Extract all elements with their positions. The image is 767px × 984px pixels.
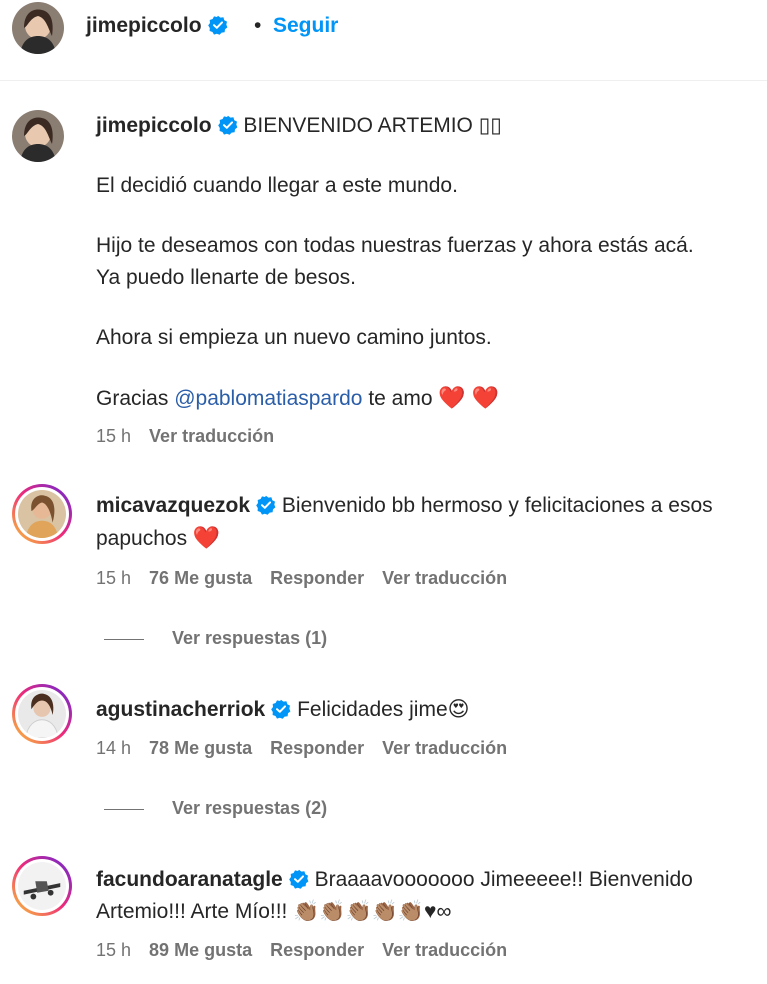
likes-count[interactable]: 76 Me gusta [149, 568, 252, 588]
caption-line-4: Ahora si empieza un nuevo camino juntos. [96, 326, 492, 349]
mention-link[interactable]: @pablomatiaspardo [174, 387, 362, 410]
caption-line-3: Ya puedo llenarte de besos. [96, 266, 356, 289]
comment-time[interactable]: 14 h [96, 738, 131, 758]
post-header: jimepiccolo • Seguir [0, 0, 767, 81]
follow-button[interactable]: Seguir [273, 14, 338, 38]
comment-meta: 15 h 76 Me gusta Responder Ver traducción [96, 568, 525, 589]
caption-time[interactable]: 15 h [96, 426, 131, 446]
comment-time[interactable]: 15 h [96, 940, 131, 960]
view-replies-label[interactable]: Ver respuestas (2) [172, 798, 327, 818]
header-username[interactable]: jimepiccolo [86, 14, 228, 38]
caption-body: jimepiccolo BIENVENIDO ARTEMIO ▯▯ El dec… [96, 110, 757, 415]
caption-avatar[interactable] [12, 110, 64, 162]
verified-badge-icon [256, 495, 276, 515]
comment-meta: 15 h 89 Me gusta Responder Ver traducción [96, 940, 525, 961]
comment-meta: 14 h 78 Me gusta Responder Ver traducción [96, 738, 525, 759]
verified-badge-icon [271, 699, 291, 719]
reply-button[interactable]: Responder [270, 940, 364, 960]
comment-username[interactable]: micavazquezok [96, 494, 250, 517]
verified-badge-icon [288, 869, 309, 889]
comment-body: micavazquezok Bienvenido bb hermoso y fe… [96, 490, 757, 555]
caption-line-1: El decidió cuando llegar a este mundo. [96, 174, 458, 197]
caption-love: te amo [368, 387, 433, 410]
view-replies-label[interactable]: Ver respuestas (1) [172, 628, 327, 648]
comment-avatar[interactable] [12, 484, 72, 544]
caption-meta: 15 h Ver traducción [96, 426, 292, 447]
replies-divider [104, 808, 144, 810]
username-link[interactable]: jimepiccolo [86, 14, 202, 37]
comment-avatar[interactable] [12, 684, 72, 744]
likes-count[interactable]: 78 Me gusta [149, 738, 252, 758]
header-avatar[interactable] [12, 2, 64, 54]
verified-badge-icon [207, 15, 227, 35]
view-replies-button[interactable]: Ver respuestas (2) [104, 798, 327, 819]
caption-line-2: Hijo te deseamos con todas nuestras fuer… [96, 234, 694, 257]
comment-username[interactable]: facundoaranatagle [96, 868, 283, 891]
comment-body: facundoaranatagle Braaaavooooooo Jimeeee… [96, 864, 757, 928]
comment-text: Felicidades jime [297, 698, 448, 721]
translate-button[interactable]: Ver traducción [149, 426, 274, 446]
translate-button[interactable]: Ver traducción [382, 568, 507, 588]
verified-badge-icon [217, 115, 237, 135]
reply-button[interactable]: Responder [270, 738, 364, 758]
caption-thanks: Gracias [96, 387, 169, 410]
replies-divider [104, 638, 144, 640]
heart-emoji-icon: ❤️ [192, 525, 221, 550]
heart-emoji-icon: ❤️ ❤️ [438, 385, 500, 410]
comment-body: agustinacherriok Felicidades jime😍 [96, 694, 757, 726]
reply-button[interactable]: Responder [270, 568, 364, 588]
caption-username[interactable]: jimepiccolo [96, 114, 212, 137]
translate-button[interactable]: Ver traducción [382, 940, 507, 960]
caption-title: BIENVENIDO ARTEMIO ▯▯ [243, 114, 502, 137]
separator-dot: • [254, 14, 262, 37]
likes-count[interactable]: 89 Me gusta [149, 940, 252, 960]
view-replies-button[interactable]: Ver respuestas (1) [104, 628, 327, 649]
translate-button[interactable]: Ver traducción [382, 738, 507, 758]
comment-username[interactable]: agustinacherriok [96, 698, 265, 721]
comment-time[interactable]: 15 h [96, 568, 131, 588]
smiling-heart-eyes-emoji-icon: 😍 [447, 698, 470, 721]
comment-avatar[interactable] [12, 856, 72, 916]
clap-emoji-icon: 👏🏽👏🏽👏🏽👏🏽👏🏽♥∞ [293, 900, 452, 923]
